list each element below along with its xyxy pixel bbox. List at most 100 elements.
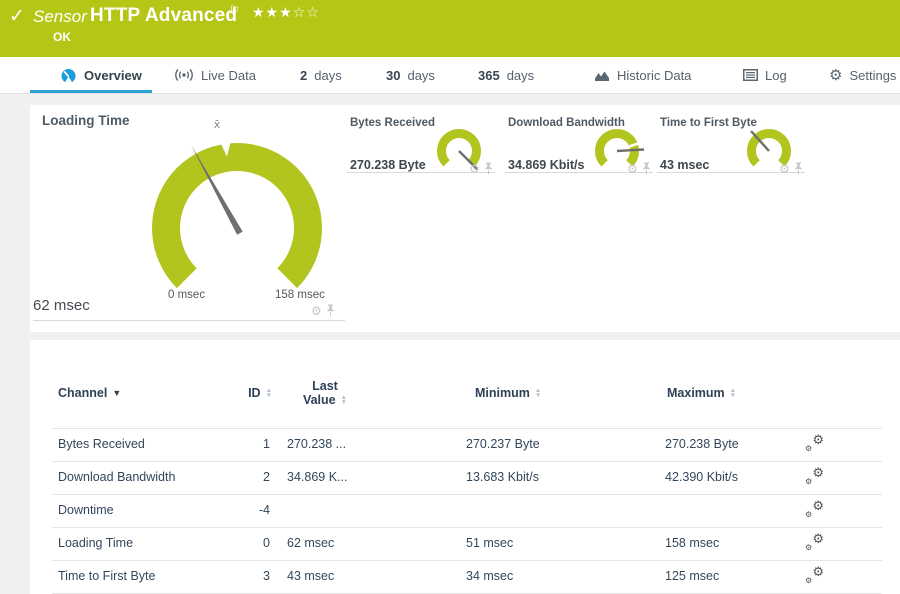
gauge-needle bbox=[616, 148, 645, 153]
gauge-average-marker-label: x̄ bbox=[213, 118, 221, 131]
gauge-icon bbox=[61, 68, 76, 83]
table-row[interactable]: Time to First Byte 3 43 msec 34 msec 125… bbox=[30, 560, 900, 593]
column-label: Value bbox=[302, 393, 336, 407]
column-header-id[interactable]: ID ▲ ▼ bbox=[220, 386, 272, 400]
channel-last-value: 62 msec bbox=[287, 536, 335, 550]
sort-arrows-icon: ▲ ▼ bbox=[340, 394, 348, 406]
tab-settings[interactable]: ⚙ Settings bbox=[829, 57, 896, 93]
channel-id: -4 bbox=[258, 503, 270, 517]
sort-arrows-icon: ▲ ▼ bbox=[534, 387, 542, 399]
table-row[interactable]: Bytes Received 1 270.238 ... 270.237 Byt… bbox=[30, 428, 900, 461]
channel-maximum: 270.238 Byte bbox=[665, 437, 739, 451]
column-header-channel[interactable]: Channel ▼ bbox=[58, 386, 121, 400]
tab-number: 2 bbox=[300, 67, 308, 83]
bytes-received-gauge-widget: Bytes Received 270.238 Byte ⚙ bbox=[347, 105, 495, 185]
column-header-last-value[interactable]: Last Value ▲ ▼ bbox=[275, 379, 375, 407]
time-to-first-byte-gauge-widget: Time to First Byte 43 msec ⚙ bbox=[657, 105, 805, 185]
tab-bar: Overview Live Data 2 days 30 days 365 da… bbox=[0, 57, 900, 94]
gauge-title: Bytes Received bbox=[350, 117, 436, 129]
gauge-current-value: 34.869 Kbit/s bbox=[508, 158, 585, 172]
priority-stars[interactable]: ★★★☆☆ bbox=[252, 5, 320, 21]
channel-minimum: 13.683 Kbit/s bbox=[466, 470, 539, 484]
column-header-minimum[interactable]: Minimum ▲ ▼ bbox=[475, 386, 541, 400]
channel-minimum: 34 msec bbox=[466, 569, 514, 583]
active-tab-indicator bbox=[30, 90, 152, 93]
tab-label: Settings bbox=[849, 67, 897, 83]
gauge-current-value: 62 msec bbox=[33, 297, 90, 314]
channel-last-value: 43 msec bbox=[287, 569, 335, 583]
gear-icon: ⚙ bbox=[829, 65, 843, 84]
column-label: Last bbox=[312, 379, 338, 393]
sort-arrows-icon: ▲ ▼ bbox=[729, 387, 737, 399]
channels-table-panel: Channel ▼ ID ▲ ▼ Last Value ▲ ▼ Minimum ▲ ▼… bbox=[30, 340, 900, 594]
channel-id: 1 bbox=[263, 437, 270, 451]
channel-minimum: 51 msec bbox=[466, 536, 514, 550]
channel-settings-icon[interactable]: ⚙ ⚙ bbox=[804, 500, 824, 519]
channel-minimum: 270.237 Byte bbox=[466, 437, 540, 451]
tab-label: Overview bbox=[84, 67, 142, 83]
channel-settings-icon[interactable]: ⚙ ⚙ bbox=[804, 533, 824, 552]
tab-number: 30 bbox=[386, 67, 401, 83]
prtg-sensor-overview-page: ✓ Sensor HTTP Advanced ⚐ ★★★☆☆ OK Overvi… bbox=[0, 0, 900, 594]
tab-overview[interactable]: Overview bbox=[60, 57, 142, 93]
channel-gear-icon[interactable]: ⚙ bbox=[469, 163, 480, 175]
channel-maximum: 125 msec bbox=[665, 569, 720, 583]
log-list-icon bbox=[743, 69, 758, 81]
sort-caret-down-icon: ▼ bbox=[112, 388, 122, 398]
channel-settings-icon[interactable]: ⚙ ⚙ bbox=[804, 434, 824, 453]
pin-icon[interactable] bbox=[793, 162, 804, 175]
channel-maximum: 158 msec bbox=[665, 536, 720, 550]
live-data-icon bbox=[175, 69, 193, 81]
column-header-maximum[interactable]: Maximum ▲ ▼ bbox=[667, 386, 736, 400]
channel-gear-icon[interactable]: ⚙ bbox=[311, 305, 322, 317]
pin-icon[interactable] bbox=[325, 304, 336, 317]
channel-gear-icon[interactable]: ⚙ bbox=[779, 163, 790, 175]
table-row[interactable]: Download Bandwidth 2 34.869 K... 13.683 … bbox=[30, 461, 900, 494]
gauges-panel: Loading Time x̄ 0 msec 158 msec 62 msec … bbox=[30, 105, 900, 332]
column-label: Channel bbox=[58, 386, 108, 400]
tab-label: days bbox=[506, 67, 535, 83]
loading-time-gauge-widget: Loading Time x̄ 0 msec 158 msec 62 msec … bbox=[30, 105, 375, 332]
download-bandwidth-gauge-widget: Download Bandwidth 34.869 Kbit/s ⚙ bbox=[505, 105, 653, 185]
status-check-icon: ✓ bbox=[9, 5, 25, 27]
channel-settings-icon[interactable]: ⚙ ⚙ bbox=[804, 467, 824, 486]
priority-flag-icon[interactable]: ⚐ bbox=[229, 3, 240, 17]
channel-name: Loading Time bbox=[58, 536, 134, 550]
object-kind-label: Sensor bbox=[33, 7, 87, 26]
tab-label: Historic Data bbox=[617, 67, 692, 83]
channel-settings-icon[interactable]: ⚙ ⚙ bbox=[804, 566, 824, 585]
column-label: Maximum bbox=[667, 386, 725, 400]
widget-divider bbox=[33, 320, 345, 321]
table-header-row: Channel ▼ ID ▲ ▼ Last Value ▲ ▼ Minimum ▲ ▼… bbox=[30, 340, 900, 428]
tab-label: days bbox=[407, 67, 435, 83]
tab-live-data[interactable]: Live Data bbox=[174, 57, 256, 93]
channel-name: Download Bandwidth bbox=[58, 470, 176, 484]
tab-label: Log bbox=[765, 67, 787, 83]
pin-icon[interactable] bbox=[641, 162, 652, 175]
tab-label: Live Data bbox=[201, 67, 256, 83]
tab-log[interactable]: Log bbox=[743, 57, 787, 93]
tab-historic-data[interactable]: Historic Data bbox=[594, 57, 691, 93]
sort-arrows-icon: ▲ ▼ bbox=[265, 387, 272, 399]
channel-maximum: 42.390 Kbit/s bbox=[665, 470, 738, 484]
gauge-current-value: 43 msec bbox=[660, 158, 710, 172]
column-label: Minimum bbox=[475, 386, 530, 400]
channel-gear-icon[interactable]: ⚙ bbox=[627, 163, 638, 175]
tab-label: days bbox=[314, 67, 342, 83]
gauge-scale-max: 158 msec bbox=[275, 289, 325, 301]
tab-2-days[interactable]: 2 days bbox=[300, 57, 342, 93]
channel-id: 3 bbox=[263, 569, 270, 583]
channel-id: 2 bbox=[263, 470, 270, 484]
table-row[interactable]: Downtime -4 ⚙ ⚙ bbox=[30, 494, 900, 527]
column-label: ID bbox=[248, 386, 261, 400]
channel-name: Downtime bbox=[58, 503, 114, 517]
pin-icon[interactable] bbox=[483, 162, 494, 175]
channel-last-value: 34.869 K... bbox=[287, 470, 348, 484]
table-row[interactable]: Loading Time 0 62 msec 51 msec 158 msec … bbox=[30, 527, 900, 560]
tab-30-days[interactable]: 30 days bbox=[386, 57, 435, 93]
channel-name: Time to First Byte bbox=[58, 569, 156, 583]
sensor-header: ✓ Sensor HTTP Advanced ⚐ ★★★☆☆ OK bbox=[0, 0, 900, 57]
channel-last-value: 270.238 ... bbox=[287, 437, 347, 451]
tab-365-days[interactable]: 365 days bbox=[478, 57, 534, 93]
channel-id: 0 bbox=[263, 536, 270, 550]
